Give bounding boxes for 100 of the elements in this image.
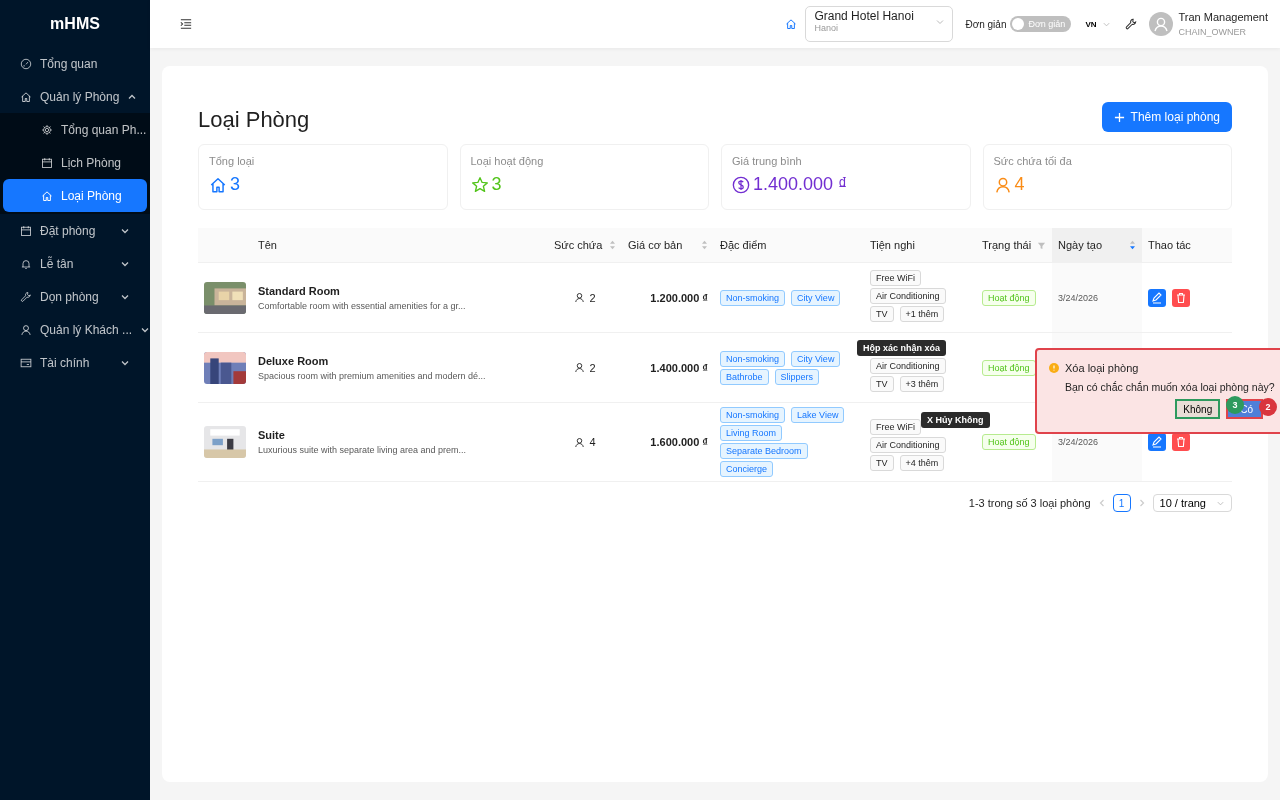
stat-value: 3 xyxy=(230,174,240,195)
price: 1.600.000 ₫ xyxy=(650,436,708,448)
annotation-label: X Hủy Không xyxy=(921,412,990,428)
star-icon xyxy=(470,175,489,194)
dollar-icon xyxy=(732,175,750,194)
user-role: CHAIN_OWNER xyxy=(1178,27,1248,37)
language-select[interactable]: VN xyxy=(1085,19,1111,29)
room-type-name: Suite xyxy=(258,429,285,441)
sidebar-item[interactable]: Lịch Phòng xyxy=(3,146,147,179)
add-room-type-button[interactable]: Thêm loại phòng xyxy=(1101,102,1232,132)
amenity-tag: Free WiFi xyxy=(870,419,921,435)
feature-tag: Non-smoking xyxy=(720,289,786,306)
user-icon xyxy=(993,175,1012,194)
status-tag: Hoạt động xyxy=(982,359,1036,376)
amenity-tag: +4 thêm xyxy=(899,455,945,471)
feature-tag: Lake View xyxy=(791,407,845,423)
created-date: 3/24/2026 xyxy=(1058,437,1099,447)
column-header: Thao tác xyxy=(1147,238,1192,253)
mode-label: Đơn giản xyxy=(965,18,1007,30)
stat-value: 3 xyxy=(491,174,502,195)
dashboard-icon xyxy=(20,57,32,70)
menu-icon[interactable] xyxy=(180,18,192,30)
amenity-tag: Air Conditioning xyxy=(870,288,946,304)
stat-value: 1.400.000 ₫ xyxy=(753,174,848,195)
home-icon xyxy=(785,18,798,30)
feature-tag: City View xyxy=(791,350,841,367)
home-icon xyxy=(209,175,227,194)
amenity-tag: Air Conditioning xyxy=(870,437,946,453)
sort-icon xyxy=(1129,240,1136,250)
column-header: Tiện nghi xyxy=(869,238,916,253)
wallet-icon xyxy=(20,356,32,369)
feature-tag: Non-smoking xyxy=(720,350,786,367)
stat-value: 4 xyxy=(1014,174,1025,195)
amenity-tag: TV xyxy=(870,376,894,392)
annotation-label: Hộp xác nhận xóa xyxy=(857,340,947,356)
sidebar-item[interactable]: Quản lý Khách ... xyxy=(0,313,150,346)
column-header[interactable]: Giá cơ bản xyxy=(622,228,714,262)
settings-icon xyxy=(41,123,53,136)
column-header: Đặc điểm xyxy=(719,238,768,253)
cancel-button[interactable]: Không xyxy=(1175,399,1221,419)
sidebar-item[interactable]: Dọn phòng xyxy=(0,280,150,313)
feature-tag: City View xyxy=(791,289,841,306)
amenity-tag: Free WiFi xyxy=(870,270,921,286)
sidebar-item[interactable]: Quản lý Phòng xyxy=(0,80,150,113)
user-name: Tran Management xyxy=(1178,11,1268,23)
feature-tag: Slippers xyxy=(774,368,820,385)
sort-icon xyxy=(701,240,708,250)
stat-label: Giá trung bình xyxy=(732,155,803,167)
edit-button[interactable] xyxy=(1148,288,1166,307)
amenity-tag: TV xyxy=(870,455,894,471)
stat-label: Sức chứa tối đa xyxy=(993,155,1073,167)
capacity: 4 xyxy=(589,436,596,448)
capacity: 2 xyxy=(589,361,596,374)
feature-tag: Non-smoking xyxy=(720,407,786,423)
calendar-icon xyxy=(20,224,32,237)
room-description: Comfortable room with essential amenities for a gr... xyxy=(258,300,466,311)
app-logo: mHMS xyxy=(49,14,101,34)
amenity-tag: Air Conditioning xyxy=(870,358,946,374)
stat-label: Loại hoạt động xyxy=(470,155,545,167)
hotel-select[interactable]: Grand Hotel Hanoi Hanoi xyxy=(805,6,954,42)
wrench-icon[interactable] xyxy=(1124,18,1137,30)
feature-tag: Bathrobe xyxy=(720,368,769,385)
sidebar-item[interactable]: Tổng quan Ph... xyxy=(3,113,147,146)
user-icon xyxy=(574,362,586,373)
column-header: Tên xyxy=(257,238,278,253)
page-button[interactable]: 1 xyxy=(1112,494,1131,512)
page-size-select[interactable]: 10 / trang xyxy=(1152,494,1232,512)
popover-title: Xóa loại phòng xyxy=(1065,362,1139,374)
room-type-name: Deluxe Room xyxy=(258,354,329,367)
stat-label: Tổng loại xyxy=(209,155,256,167)
calendar-icon xyxy=(41,156,53,169)
status-tag: Hoạt động xyxy=(982,434,1036,450)
column-header[interactable]: Ngày tạo xyxy=(1052,228,1142,262)
capacity: 2 xyxy=(589,291,596,304)
sidebar-item[interactable]: Tài chính xyxy=(0,346,150,379)
feature-tag: Concierge xyxy=(720,461,774,477)
user-icon xyxy=(574,436,586,448)
user-icon xyxy=(574,292,586,303)
wrench-icon xyxy=(20,290,32,303)
sidebar-item[interactable]: Tổng quan xyxy=(0,47,150,80)
room-type-name: Standard Room xyxy=(258,284,340,297)
sidebar-item[interactable]: Lễ tân xyxy=(0,247,150,280)
trash-icon xyxy=(1175,291,1187,304)
price: 1.200.000 ₫ xyxy=(650,291,708,304)
amenity-tag: +1 thêm xyxy=(899,306,945,322)
sidebar-item[interactable]: Loại Phòng xyxy=(3,179,147,212)
column-header[interactable]: Trạng thái xyxy=(976,228,1052,262)
feature-tag: Separate Bedroom xyxy=(720,443,808,459)
column-header[interactable]: Sức chứa xyxy=(548,228,622,262)
price: 1.400.000 ₫ xyxy=(650,361,708,374)
delete-button[interactable] xyxy=(1172,288,1190,307)
plus-icon xyxy=(1113,111,1125,123)
filter-icon xyxy=(1037,240,1046,250)
room-description: Spacious room with premium amenities and modern dé... xyxy=(258,370,486,381)
home-icon xyxy=(20,90,32,103)
amenity-tag: TV xyxy=(870,306,894,322)
home-icon xyxy=(41,189,53,202)
created-date: 3/24/2026 xyxy=(1058,292,1099,303)
sort-icon xyxy=(609,240,616,250)
sidebar-item[interactable]: Đặt phòng xyxy=(0,214,150,247)
